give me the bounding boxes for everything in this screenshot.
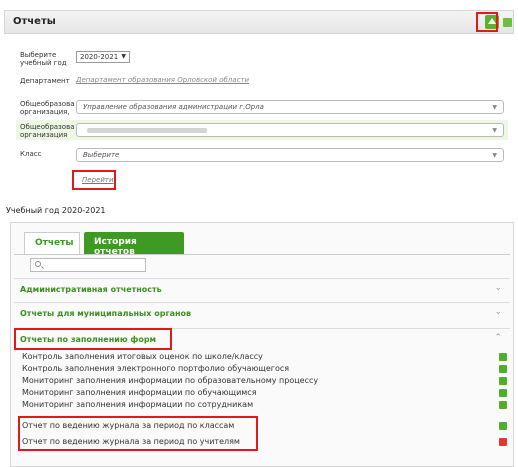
page-header: Отчеты [4,10,514,34]
chevron-down-icon: ▼ [492,104,497,111]
search-icon [35,261,41,267]
list-item[interactable]: Мониторинг заполнения информации по обуч… [14,388,510,398]
report-status-icon [499,365,507,373]
item-label: Контроль заполнения электронного портфол… [22,364,290,373]
highlight-upload [476,12,498,32]
chevron-down-icon: ⌄ [494,283,502,293]
report-status-icon [499,353,507,361]
highlight-section [14,328,172,350]
org1-select-value: Управление образования администрации г.О… [83,103,264,111]
item-label: Мониторинг заполнения информации по обуч… [22,388,257,397]
chevron-up-icon: ⌃ [494,333,502,343]
report-status-icon [499,389,507,397]
highlight-apply [72,170,116,190]
item-label: Мониторинг заполнения информации по сотр… [22,400,254,409]
dept-label: Департамент [20,77,70,85]
tab-history[interactable]: История отчетов [84,232,184,257]
chevron-down-icon: ▼ [492,152,497,159]
report-status-icon [499,377,507,385]
section-admin[interactable]: Административная отчетность ⌄ [14,278,510,300]
section-municipal[interactable]: Отчеты для муниципальных органов ⌄ [14,302,510,324]
chevron-down-icon: ▼ [121,53,126,60]
dept-link[interactable]: Департамент образования Орловской област… [76,76,249,84]
report-status-icon [499,422,507,430]
chevron-down-icon: ▼ [492,127,497,134]
year-label: Выберите учебный год [20,51,67,67]
list-item[interactable]: Контроль заполнения итоговых оценок по ш… [14,352,510,362]
org2-label: Общеобразова организация [20,123,75,139]
list-item[interactable]: Мониторинг заполнения информации по сотр… [14,400,510,410]
report-status-icon [499,438,507,446]
org1-select[interactable]: Управление образования администрации г.О… [76,100,504,114]
item-label: Контроль заполнения итоговых оценок по ш… [22,352,263,361]
list-item[interactable]: Мониторинг заполнения информации по обра… [14,376,510,386]
search-input[interactable] [30,258,146,272]
year-select[interactable]: 2020-2021 ▼ [76,51,130,63]
year-select-value: 2020-2021 [80,53,119,61]
item-label: Мониторинг заполнения информации по обра… [22,376,319,385]
tab-divider [14,254,510,255]
redacted-value [87,127,207,133]
class-select[interactable]: Выберите ▼ [76,148,504,162]
page-title: Отчеты [13,16,56,27]
org2-select[interactable]: ▼ [76,123,504,137]
section-title: Отчеты для муниципальных органов [20,309,192,318]
year-heading: Учебный год 2020-2021 [6,206,106,215]
class-label: Класс [20,150,42,158]
chevron-down-icon: ⌄ [494,307,502,317]
report-status-icon [499,401,507,409]
org1-label: Общеобразова организация, [20,100,75,116]
tab-reports[interactable]: Отчеты [24,232,80,254]
section-title: Административная отчетность [20,285,162,294]
class-select-value: Выберите [83,151,120,159]
highlight-items [18,416,258,451]
save-icon[interactable] [503,18,512,27]
list-item[interactable]: Контроль заполнения электронного портфол… [14,364,510,374]
